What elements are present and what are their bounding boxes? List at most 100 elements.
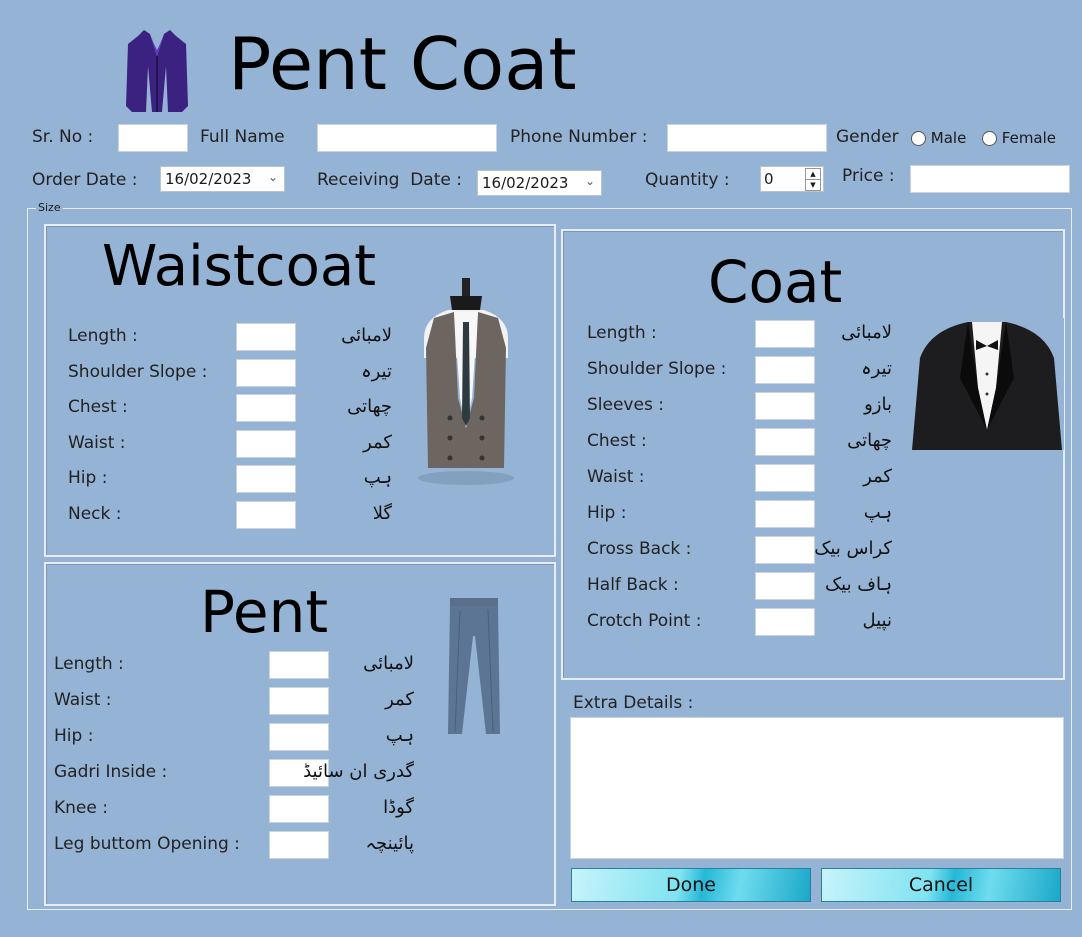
coat-field-urdu-label: ہاف بیک bbox=[825, 574, 892, 595]
app-title: Pent Coat bbox=[228, 22, 577, 106]
female-radio-label: Female bbox=[1001, 129, 1057, 147]
pent-field-urdu-label: گوڈا bbox=[383, 797, 414, 818]
jacket-icon bbox=[124, 26, 190, 116]
receiving-date-label: Receiving Date : bbox=[317, 170, 462, 190]
female-radio-circle[interactable] bbox=[982, 131, 997, 146]
male-radio-circle[interactable] bbox=[911, 131, 926, 146]
price-input[interactable] bbox=[910, 165, 1070, 193]
coat-field-label: Hip : bbox=[587, 503, 627, 523]
coat-field-input[interactable] bbox=[755, 428, 815, 456]
waistcoat-field-input[interactable] bbox=[236, 394, 296, 423]
receiving-date-picker[interactable]: 16/02/2023 ⌄ bbox=[477, 170, 602, 196]
sr-no-input[interactable] bbox=[118, 124, 188, 152]
pent-field-label: Gadri Inside : bbox=[54, 762, 168, 782]
waistcoat-field-urdu-label: گلا bbox=[372, 503, 392, 524]
coat-field-urdu-label: تیرہ bbox=[861, 358, 892, 379]
full-name-input[interactable] bbox=[317, 124, 497, 152]
done-button[interactable]: Done bbox=[571, 868, 811, 902]
pent-field-urdu-label: ہپ bbox=[385, 725, 414, 746]
waistcoat-mannequin-image bbox=[410, 278, 522, 488]
waistcoat-field-input[interactable] bbox=[236, 323, 296, 351]
waistcoat-field-label: Chest : bbox=[68, 397, 128, 418]
coat-field-urdu-label: بازو bbox=[864, 394, 892, 415]
coat-field-input[interactable] bbox=[755, 500, 815, 528]
waistcoat-field-label: Shoulder Slope : bbox=[68, 361, 208, 382]
coat-title: Coat bbox=[708, 248, 843, 316]
coat-field-label: Chest : bbox=[587, 431, 647, 451]
phone-number-input[interactable] bbox=[667, 124, 827, 152]
pent-field-urdu-label: لامبائی bbox=[363, 653, 414, 674]
male-radio-label: Male bbox=[930, 129, 967, 147]
coat-field-urdu-label: لامبائی bbox=[841, 322, 892, 343]
sr-no-label: Sr. No : bbox=[32, 127, 94, 147]
waistcoat-field-urdu-label: تیرہ bbox=[361, 360, 392, 382]
pent-field-input[interactable] bbox=[269, 831, 329, 859]
waistcoat-field-input[interactable] bbox=[236, 465, 296, 494]
order-date-value: 16/02/2023 bbox=[165, 170, 252, 188]
pent-field-label: Length : bbox=[54, 654, 124, 674]
waistcoat-field-label: Length : bbox=[68, 326, 138, 346]
coat-field-urdu-label: نپیل bbox=[862, 610, 892, 631]
coat-field-input[interactable] bbox=[755, 320, 815, 348]
waistcoat-field-input[interactable] bbox=[236, 429, 296, 458]
coat-field-label: Cross Back : bbox=[587, 539, 692, 559]
waistcoat-field-label: Hip : bbox=[68, 468, 108, 489]
phone-number-label: Phone Number : bbox=[510, 127, 648, 147]
coat-field-label: Crotch Point : bbox=[587, 611, 702, 631]
coat-field-label: Length : bbox=[587, 323, 657, 343]
coat-field-input[interactable] bbox=[755, 464, 815, 492]
full-name-label: Full Name bbox=[200, 127, 285, 147]
coat-field-input[interactable] bbox=[755, 572, 815, 600]
pent-field-urdu-label: کمر bbox=[385, 689, 414, 710]
pent-title: Pent bbox=[200, 578, 329, 646]
pent-field-input[interactable] bbox=[269, 795, 329, 823]
waistcoat-field-urdu-label: چھاتی bbox=[347, 396, 392, 418]
male-radio[interactable]: Male bbox=[911, 129, 966, 147]
waistcoat-field-urdu-label: ہپ bbox=[363, 467, 392, 489]
quantity-value: 0 bbox=[764, 170, 774, 188]
coat-field-urdu-label: کمر bbox=[863, 466, 892, 487]
quantity-label: Quantity : bbox=[645, 170, 730, 190]
coat-field-input[interactable] bbox=[755, 608, 815, 636]
waistcoat-field-input[interactable] bbox=[236, 358, 296, 387]
pent-field-label: Leg buttom Opening : bbox=[54, 834, 240, 854]
coat-field-label: Shoulder Slope : bbox=[587, 359, 727, 379]
coat-field-label: Sleeves : bbox=[587, 395, 664, 415]
coat-field-input[interactable] bbox=[755, 392, 815, 420]
cancel-button[interactable]: Cancel bbox=[821, 868, 1061, 902]
waistcoat-field-urdu-label: کمر bbox=[363, 431, 392, 453]
pent-field-urdu-label: گدری ان سائیڈ bbox=[303, 761, 414, 782]
coat-field-urdu-label: کراس بیک bbox=[814, 538, 892, 559]
coat-field-urdu-label: ہپ bbox=[863, 502, 892, 523]
pent-field-input[interactable] bbox=[269, 687, 329, 715]
coat-field-label: Half Back : bbox=[587, 575, 679, 595]
coat-field-input[interactable] bbox=[755, 536, 815, 564]
extra-details-textarea[interactable] bbox=[570, 717, 1064, 859]
size-group-label: Size bbox=[36, 201, 63, 214]
receiving-date-value: 16/02/2023 bbox=[482, 174, 569, 192]
coat-field-input[interactable] bbox=[755, 356, 815, 384]
tuxedo-image bbox=[910, 318, 1064, 450]
pent-field-label: Hip : bbox=[54, 726, 94, 746]
waistcoat-title: Waistcoat bbox=[102, 234, 377, 299]
price-label: Price : bbox=[842, 166, 895, 186]
waistcoat-field-input[interactable] bbox=[236, 501, 296, 529]
pent-field-label: Knee : bbox=[54, 798, 108, 818]
pent-field-label: Waist : bbox=[54, 690, 112, 710]
stepper-down-icon[interactable]: ▼ bbox=[805, 179, 821, 191]
gender-label: Gender bbox=[836, 127, 899, 147]
order-date-picker[interactable]: 16/02/2023 ⌄ bbox=[160, 166, 285, 192]
chevron-down-icon[interactable]: ⌄ bbox=[585, 174, 595, 188]
waistcoat-field-urdu-label: لامبائی bbox=[341, 325, 392, 346]
coat-field-urdu-label: چھاتی bbox=[847, 430, 892, 451]
trousers-image bbox=[444, 596, 504, 738]
quantity-stepper[interactable]: 0 ▲ ▼ bbox=[760, 166, 824, 192]
pent-field-urdu-label: پائینچہ bbox=[365, 833, 414, 854]
pent-field-input[interactable] bbox=[269, 651, 329, 679]
extra-details-label: Extra Details : bbox=[573, 693, 694, 713]
coat-field-label: Waist : bbox=[587, 467, 645, 487]
female-radio[interactable]: Female bbox=[982, 129, 1056, 147]
order-date-label: Order Date : bbox=[32, 170, 138, 190]
pent-field-input[interactable] bbox=[269, 723, 329, 751]
chevron-down-icon[interactable]: ⌄ bbox=[268, 170, 278, 184]
